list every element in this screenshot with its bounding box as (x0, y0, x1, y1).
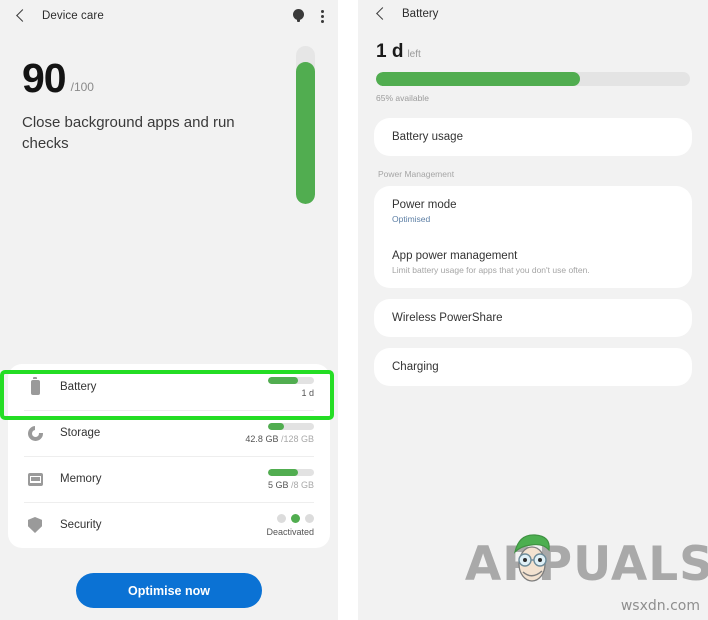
list-item-title: Battery usage (392, 131, 463, 143)
memory-mini-bar (268, 468, 314, 476)
optimise-now-button[interactable]: Optimise now (76, 573, 262, 608)
optimise-button-wrap: Optimise now (0, 573, 338, 608)
status-label: Storage (60, 427, 101, 439)
status-label: Security (60, 519, 102, 531)
storage-icon (24, 425, 46, 441)
mascot-face-icon (513, 534, 550, 582)
status-label: Memory (60, 473, 102, 485)
battery-mini-bar (268, 376, 314, 384)
list-item-subtitle: Limit battery usage for apps that you do… (392, 265, 590, 275)
right-appbar: Battery (358, 0, 708, 28)
list-item-power-mode[interactable]: Power mode Optimised (374, 186, 692, 237)
watermark-brand: APPUALS (464, 537, 708, 592)
time-remaining-line: 1 d left (376, 42, 690, 61)
status-value: Deactivated (266, 526, 314, 537)
time-remaining-label: left (407, 49, 421, 60)
status-meta: 1 d (268, 376, 314, 398)
left-appbar: Device care (0, 0, 338, 32)
memory-icon (24, 472, 46, 486)
list-item-title: Power mode (392, 199, 457, 211)
status-meta: Deactivated (266, 513, 314, 537)
panel-divider (338, 0, 358, 620)
score-gauge (296, 46, 315, 204)
list-item-app-power-management[interactable]: App power management Limit battery usage… (374, 237, 692, 288)
status-value: 42.8 GB /128 GB (245, 433, 314, 444)
page-title: Battery (402, 8, 439, 20)
device-score: 90 (22, 55, 67, 101)
list-item-title: App power management (392, 250, 518, 262)
list-item-title: Wireless PowerShare (392, 312, 503, 324)
back-chevron-icon[interactable] (14, 9, 28, 23)
list-item-title: Charging (392, 361, 439, 373)
storage-mini-bar (268, 422, 314, 430)
list-item-charging[interactable]: Charging (374, 348, 692, 386)
device-score-hero: 90 /100 Close background apps and run ch… (0, 32, 338, 204)
battery-icon (24, 377, 46, 395)
page-title: Device care (42, 10, 104, 22)
score-gauge-fill (296, 61, 315, 204)
time-remaining-value: 1 d (376, 41, 404, 62)
device-status-card: Battery 1 d Storage 42.8 GB /128 GB Memo… (8, 364, 330, 548)
device-care-screen: Device care 90 /100 Close background app… (0, 0, 338, 620)
shield-icon (24, 517, 46, 533)
battery-settings-list: Battery usage Power Management Power mod… (358, 103, 708, 386)
list-item-battery-usage[interactable]: Battery usage (374, 118, 692, 156)
battery-summary: 1 d left 65% available (358, 28, 708, 103)
status-label: Battery (60, 381, 97, 393)
status-row-security[interactable]: Security Deactivated (8, 502, 330, 548)
status-meta: 5 GB /8 GB (267, 468, 314, 490)
status-value: 5 GB /8 GB (267, 479, 314, 490)
score-message: Close background apps and run checks (22, 113, 235, 153)
lightbulb-icon[interactable] (293, 8, 304, 24)
list-item-wireless-powershare[interactable]: Wireless PowerShare (374, 299, 692, 337)
score-line: 90 /100 (22, 55, 316, 101)
battery-settings-screen: Battery 1 d left 65% available Battery u… (358, 0, 708, 620)
kebab-menu-icon[interactable] (320, 9, 324, 23)
status-meta: 42.8 GB /128 GB (245, 422, 314, 444)
dual-screenshot-container: Device care 90 /100 Close background app… (0, 0, 708, 620)
status-row-memory[interactable]: Memory 5 GB /8 GB (8, 456, 330, 502)
appuals-watermark: APPUALS (464, 534, 708, 592)
list-item-subtitle: Optimised (392, 214, 431, 224)
appbar-actions (293, 8, 324, 24)
watermark-domain: wsxdn.com (620, 598, 700, 614)
status-value: 1 d (301, 387, 314, 398)
status-row-storage[interactable]: Storage 42.8 GB /128 GB (8, 410, 330, 456)
back-chevron-icon[interactable] (374, 7, 388, 21)
score-denominator: /100 (70, 79, 94, 94)
battery-progress-bar (376, 72, 690, 86)
security-dots (277, 513, 314, 523)
section-label-power-management: Power Management (378, 169, 455, 179)
status-row-battery[interactable]: Battery 1 d (8, 364, 330, 410)
battery-available-caption: 65% available (376, 93, 429, 103)
